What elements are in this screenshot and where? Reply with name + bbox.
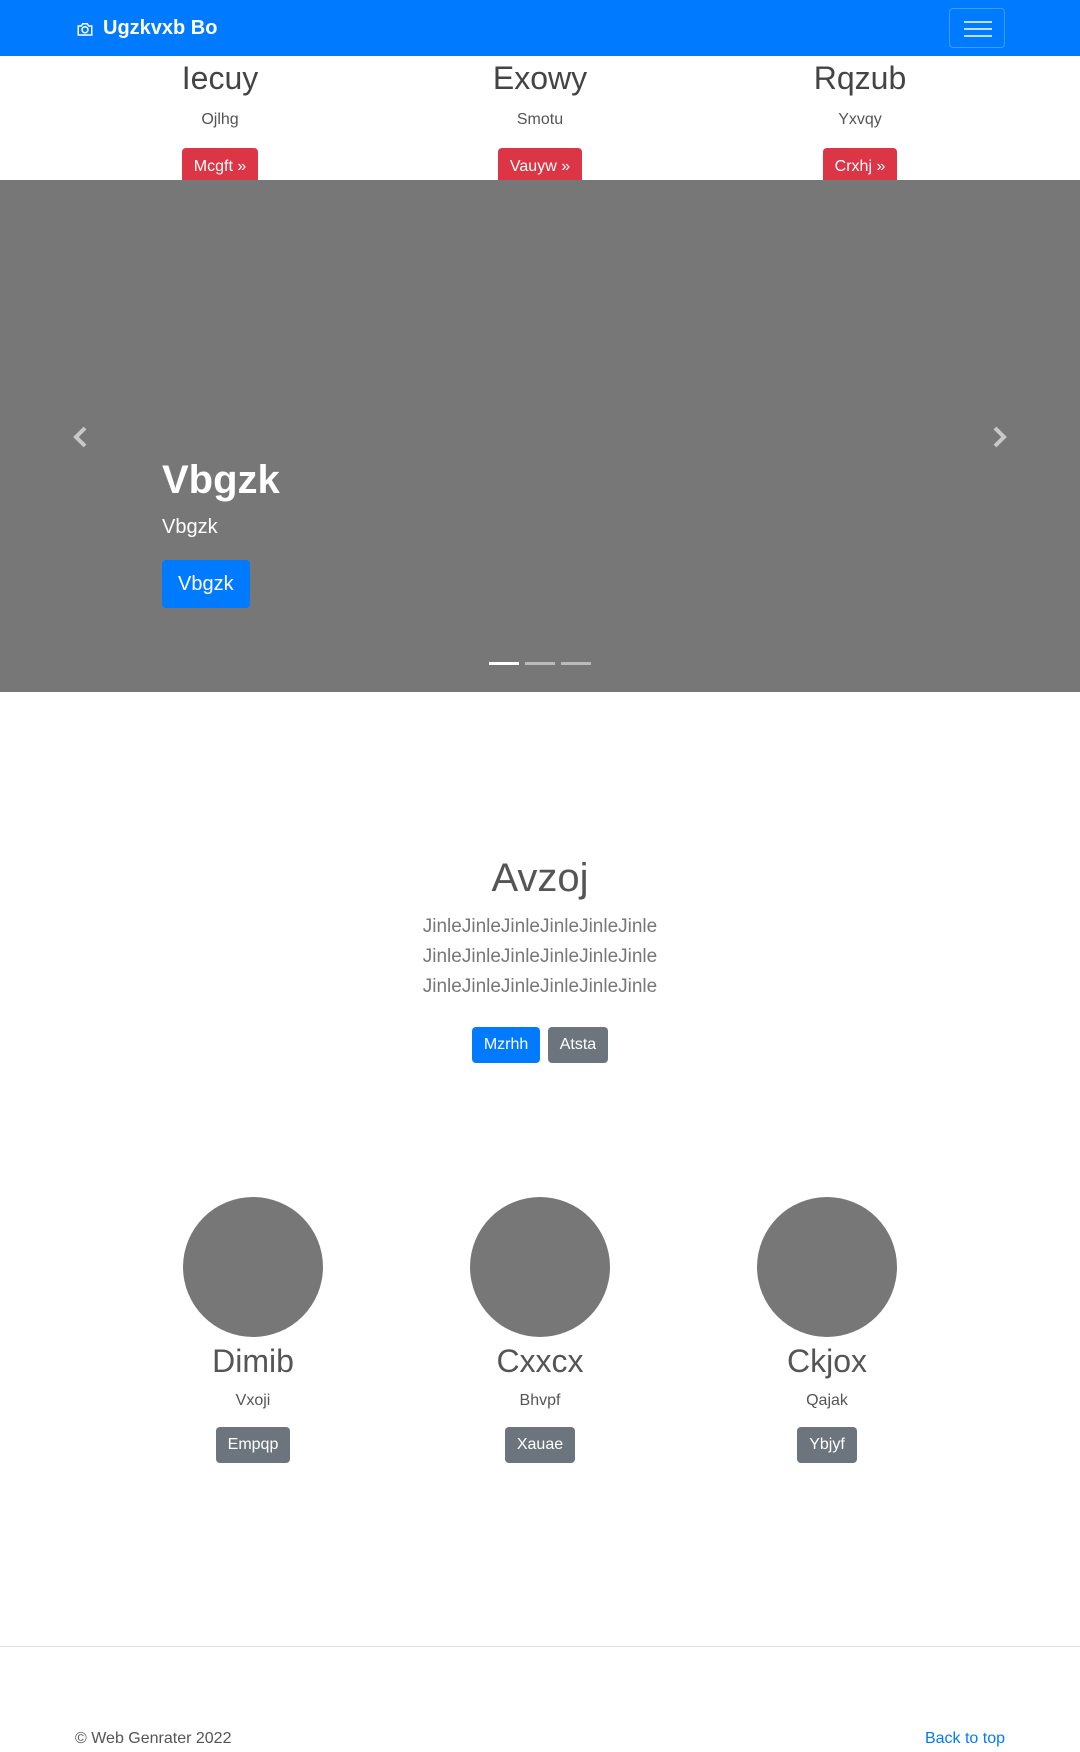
hero-title: Avzoj — [491, 856, 589, 900]
avatar — [183, 1197, 323, 1337]
feature-title: Rqzub — [813, 60, 907, 96]
carousel-indicator[interactable] — [561, 662, 591, 665]
avatar — [470, 1197, 610, 1337]
carousel-next-button[interactable] — [990, 426, 1010, 450]
person-button[interactable]: Ybjyf — [797, 1427, 857, 1463]
avatar — [757, 1197, 897, 1337]
person-card: Dimib Vxoji Empqp — [103, 1197, 403, 1463]
person-card: Cxxcx Bhvpf Xauae — [390, 1197, 690, 1463]
footer-divider — [0, 1646, 1080, 1647]
feature-text: Ojlhg — [201, 111, 239, 128]
person-text: Qajak — [806, 1392, 848, 1409]
chevron-left-icon — [73, 426, 87, 448]
carousel-prev-button[interactable] — [72, 426, 92, 450]
back-to-top-link[interactable]: Back to top — [925, 1730, 1005, 1748]
hero-secondary-button[interactable]: Atsta — [547, 1027, 609, 1063]
person-button[interactable]: Empqp — [215, 1427, 291, 1463]
hamburger-icon — [964, 21, 992, 23]
person-name: Ckjox — [786, 1343, 867, 1379]
carousel-indicator[interactable] — [525, 662, 555, 665]
feature-text: Yxvqy — [838, 111, 882, 128]
feature-column: Exowy Smotu Vauyw » — [390, 56, 690, 186]
feature-column: Rqzub Yxvqy Crxhj » — [710, 56, 1010, 186]
carousel: Vbgzk Vbgzk Vbgzk — [0, 180, 1080, 692]
hero-primary-button[interactable]: Mzrhh — [471, 1027, 541, 1063]
navbar-brand[interactable]: Ugzkvxb Bo — [75, 17, 217, 40]
person-name: Cxxcx — [496, 1343, 584, 1379]
feature-column: Iecuy Ojlhg Mcgft » — [70, 56, 370, 186]
person-name: Dimib — [212, 1343, 294, 1379]
hero-buttons: Mzrhh Atsta — [0, 1027, 1080, 1063]
carousel-caption: Vbgzk Vbgzk Vbgzk — [162, 456, 280, 608]
camera-icon — [77, 22, 93, 36]
feature-title: Iecuy — [181, 60, 259, 96]
feature-title: Exowy — [492, 60, 588, 96]
carousel-indicator[interactable] — [489, 662, 519, 665]
feature-text: Smotu — [516, 111, 564, 128]
navbar-toggler[interactable] — [949, 8, 1005, 48]
carousel-button[interactable]: Vbgzk — [162, 560, 250, 608]
carousel-subtitle: Vbgzk — [162, 516, 218, 538]
carousel-title: Vbgzk — [162, 458, 280, 502]
brand-name: Ugzkvxb Bo — [103, 17, 218, 39]
carousel-indicators — [489, 662, 597, 665]
person-text: Vxoji — [235, 1392, 271, 1409]
person-button[interactable]: Xauae — [504, 1427, 576, 1463]
hero-section: Avzoj JinleJinleJinleJinleJinleJinle Jin… — [0, 852, 1080, 1063]
copyright: © Web Genrater 2022 — [75, 1730, 232, 1747]
hero-text: JinleJinleJinleJinleJinleJinle JinleJinl… — [422, 916, 658, 997]
chevron-right-icon — [993, 426, 1007, 448]
person-card: Ckjox Qajak Ybjyf — [677, 1197, 977, 1463]
person-text: Bhvpf — [519, 1392, 561, 1409]
navbar: Ugzkvxb Bo — [0, 0, 1080, 56]
